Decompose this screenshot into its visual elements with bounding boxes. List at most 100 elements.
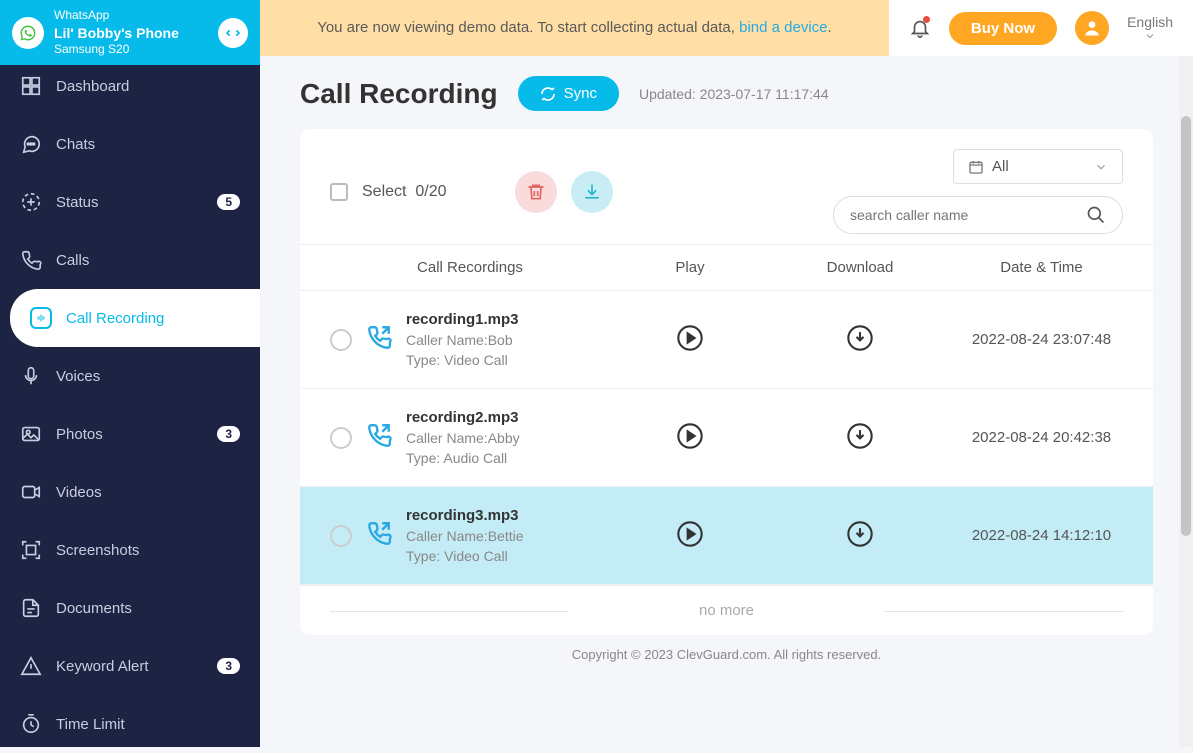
content: Call Recording Sync Updated: 2023-07-17 … bbox=[260, 56, 1193, 747]
nav-label: Calls bbox=[56, 252, 89, 269]
sidebar-item-keyword-alert[interactable]: Keyword Alert 3 bbox=[0, 637, 260, 695]
sidebar-item-screenshots[interactable]: Screenshots bbox=[0, 521, 260, 579]
nav-icon bbox=[20, 133, 42, 155]
row-checkbox[interactable] bbox=[330, 427, 352, 449]
buy-now-button[interactable]: Buy Now bbox=[949, 12, 1057, 45]
updated-timestamp: Updated: 2023-07-17 11:17:44 bbox=[639, 86, 829, 102]
notification-icon[interactable] bbox=[909, 17, 931, 39]
download-button[interactable] bbox=[845, 519, 875, 549]
delete-button[interactable] bbox=[515, 171, 557, 213]
table-row[interactable]: recording1.mp3Caller Name:BobType: Video… bbox=[300, 291, 1153, 389]
nav-label: Screenshots bbox=[56, 542, 139, 559]
col-play: Play bbox=[620, 259, 760, 276]
recording-info: recording1.mp3Caller Name:BobType: Video… bbox=[406, 311, 519, 368]
recording-filename: recording1.mp3 bbox=[406, 311, 519, 328]
device-header[interactable]: WhatsApp Lil' Bobby's Phone Samsung S20 bbox=[0, 0, 260, 65]
nav-icon bbox=[20, 249, 42, 271]
date-filter-dropdown[interactable]: All bbox=[953, 149, 1123, 184]
sidebar-item-calls[interactable]: Calls bbox=[0, 231, 260, 289]
demo-banner: You are now viewing demo data. To start … bbox=[260, 0, 889, 56]
download-all-button[interactable] bbox=[571, 171, 613, 213]
nav-label: Status bbox=[56, 194, 99, 211]
sidebar-item-status[interactable]: Status 5 bbox=[0, 173, 260, 231]
table-header: Call Recordings Play Download Date & Tim… bbox=[300, 244, 1153, 291]
nav-icon bbox=[20, 655, 42, 677]
chevron-down-icon bbox=[1094, 160, 1108, 174]
nav-icon bbox=[20, 539, 42, 561]
recording-date: 2022-08-24 20:42:38 bbox=[960, 429, 1123, 446]
play-button[interactable] bbox=[675, 323, 705, 353]
search-box[interactable] bbox=[833, 196, 1123, 234]
sidebar-item-voices[interactable]: Voices bbox=[0, 347, 260, 405]
nav-badge: 3 bbox=[217, 426, 240, 442]
download-button[interactable] bbox=[845, 323, 875, 353]
nav-icon bbox=[20, 75, 42, 97]
outgoing-call-icon bbox=[366, 422, 392, 453]
outgoing-call-icon bbox=[366, 324, 392, 355]
sidebar: WhatsApp Lil' Bobby's Phone Samsung S20 … bbox=[0, 0, 260, 747]
recording-caller: Caller Name:Bob bbox=[406, 332, 519, 348]
col-date: Date & Time bbox=[960, 259, 1123, 276]
sidebar-item-chats[interactable]: Chats bbox=[0, 115, 260, 173]
recording-info: recording2.mp3Caller Name:AbbyType: Audi… bbox=[406, 409, 520, 466]
trash-icon bbox=[526, 182, 546, 202]
download-button[interactable] bbox=[845, 421, 875, 451]
nav-badge: 5 bbox=[217, 194, 240, 210]
avatar[interactable] bbox=[1075, 11, 1109, 45]
sidebar-item-dashboard[interactable]: Dashboard bbox=[0, 57, 260, 115]
nav-icon bbox=[20, 365, 42, 387]
swap-device-icon[interactable] bbox=[218, 18, 248, 48]
nav-icon bbox=[20, 191, 42, 213]
nav-label: Photos bbox=[56, 426, 103, 443]
sidebar-item-photos[interactable]: Photos 3 bbox=[0, 405, 260, 463]
row-checkbox[interactable] bbox=[330, 329, 352, 351]
device-info: WhatsApp Lil' Bobby's Phone Samsung S20 bbox=[54, 8, 208, 57]
nav-badge: 3 bbox=[217, 658, 240, 674]
chevron-down-icon bbox=[1144, 30, 1156, 42]
nav-icon bbox=[20, 423, 42, 445]
row-checkbox[interactable] bbox=[330, 525, 352, 547]
nav-label: Time Limit bbox=[56, 716, 125, 733]
play-button[interactable] bbox=[675, 421, 705, 451]
language-selector[interactable]: English bbox=[1127, 14, 1173, 42]
outgoing-call-icon bbox=[366, 520, 392, 551]
nav-label: Documents bbox=[56, 600, 132, 617]
nav-icon bbox=[20, 713, 42, 735]
bind-device-link[interactable]: bind a device bbox=[739, 19, 827, 36]
nav-icon bbox=[30, 307, 52, 329]
nav-label: Keyword Alert bbox=[56, 658, 149, 675]
select-group: Select 0/20 bbox=[330, 171, 613, 213]
col-recordings: Call Recordings bbox=[330, 259, 610, 276]
sync-button[interactable]: Sync bbox=[518, 76, 619, 111]
recording-caller: Caller Name:Bettie bbox=[406, 528, 524, 544]
sync-icon bbox=[540, 86, 556, 102]
select-label: Select 0/20 bbox=[362, 183, 447, 201]
table-row[interactable]: recording2.mp3Caller Name:AbbyType: Audi… bbox=[300, 389, 1153, 487]
search-input[interactable] bbox=[850, 207, 1086, 223]
table-row[interactable]: recording3.mp3 Caller Name:Bettie Type: Vi… bbox=[300, 487, 1153, 585]
page-header: Call Recording Sync Updated: 2023-07-17 … bbox=[300, 76, 1153, 111]
scrollbar-track[interactable] bbox=[1179, 56, 1193, 747]
whatsapp-icon bbox=[12, 17, 44, 49]
recording-type: Type: Video Call bbox=[406, 548, 524, 564]
nav: Dashboard Chats Status 5 Calls Call Recording… bbox=[0, 65, 260, 753]
play-button[interactable] bbox=[675, 519, 705, 549]
nav-label: Dashboard bbox=[56, 78, 129, 95]
sidebar-item-videos[interactable]: Videos bbox=[0, 463, 260, 521]
nav-label: Chats bbox=[56, 136, 95, 153]
footer: Copyright © 2023 ClevGuard.com. All righ… bbox=[300, 647, 1153, 662]
topbar-right: Buy Now English bbox=[889, 0, 1193, 56]
sidebar-item-documents[interactable]: Documents bbox=[0, 579, 260, 637]
col-download: Download bbox=[770, 259, 950, 276]
card-toolbar: Select 0/20 All bbox=[300, 129, 1153, 244]
sidebar-item-time-limit[interactable]: Time Limit bbox=[0, 695, 260, 753]
recording-caller: Caller Name:Abby bbox=[406, 430, 520, 446]
recording-filename: recording2.mp3 bbox=[406, 409, 520, 426]
scrollbar-thumb[interactable] bbox=[1181, 116, 1191, 536]
recording-date: 2022-08-24 23:07:48 bbox=[960, 331, 1123, 348]
sidebar-item-call-recording[interactable]: Call Recording bbox=[10, 289, 260, 347]
select-all-checkbox[interactable] bbox=[330, 183, 348, 201]
recording-filename: recording3.mp3 bbox=[406, 507, 524, 524]
recordings-card: Select 0/20 All bbox=[300, 129, 1153, 635]
filter-group: All bbox=[833, 149, 1123, 234]
